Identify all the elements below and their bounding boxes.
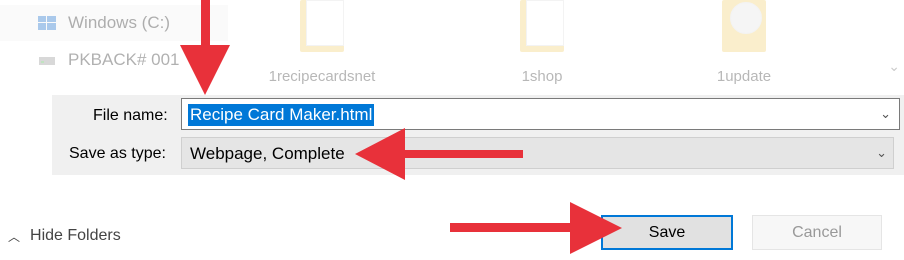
chevron-down-icon[interactable]: ⌄ <box>876 145 887 161</box>
cancel-button-label: Cancel <box>792 223 842 241</box>
edge-file-icon <box>306 0 344 46</box>
file-name-value: Recipe Card Maker.html <box>188 104 375 126</box>
save-as-type-value: Webpage, Complete <box>190 144 345 163</box>
chrome-file-icon <box>730 2 762 34</box>
edge-file-icon <box>526 0 564 46</box>
navigation-pane: Windows (C:) PKBACK# 001 ⌄ <box>0 0 228 95</box>
save-button[interactable]: Save <box>601 215 733 250</box>
file-name-input[interactable]: Recipe Card Maker.html ⌄ <box>181 98 900 130</box>
save-as-type-select[interactable]: Webpage, Complete ⌄ <box>181 137 894 169</box>
save-button-label: Save <box>648 223 686 241</box>
file-tile[interactable]: 1shop <box>482 0 602 90</box>
file-name: 1recipecardsnet <box>268 68 376 85</box>
nav-item-pkback-drive[interactable]: PKBACK# 001 <box>38 48 180 72</box>
hide-folders-toggle[interactable]: ︿ Hide Folders <box>8 227 121 245</box>
file-name-label: File name: <box>93 107 168 124</box>
chevron-down-icon[interactable]: ⌄ <box>880 106 891 122</box>
cancel-button[interactable]: Cancel <box>752 215 882 250</box>
file-tile[interactable]: 1update <box>684 0 804 90</box>
file-name: 1update <box>716 68 772 85</box>
annotation-arrow-right-icon <box>450 202 622 254</box>
chevron-down-icon[interactable]: ⌄ <box>208 58 219 74</box>
nav-item-label: Windows (C:) <box>68 13 171 32</box>
chevron-up-icon: ︿ <box>8 229 21 244</box>
nav-item-label: PKBACK# 001 <box>68 50 180 69</box>
scroll-down-icon[interactable]: ⌄ <box>888 58 900 75</box>
hide-folders-label: Hide Folders <box>30 227 121 244</box>
file-name: 1shop <box>521 68 563 85</box>
nav-item-windows-drive[interactable]: Windows (C:) <box>38 11 170 35</box>
drive-icon <box>39 57 55 65</box>
windows-logo-icon <box>38 16 56 30</box>
file-tile[interactable]: 1recipecardsnet <box>262 0 382 90</box>
save-as-type-label: Save as type: <box>69 145 166 162</box>
